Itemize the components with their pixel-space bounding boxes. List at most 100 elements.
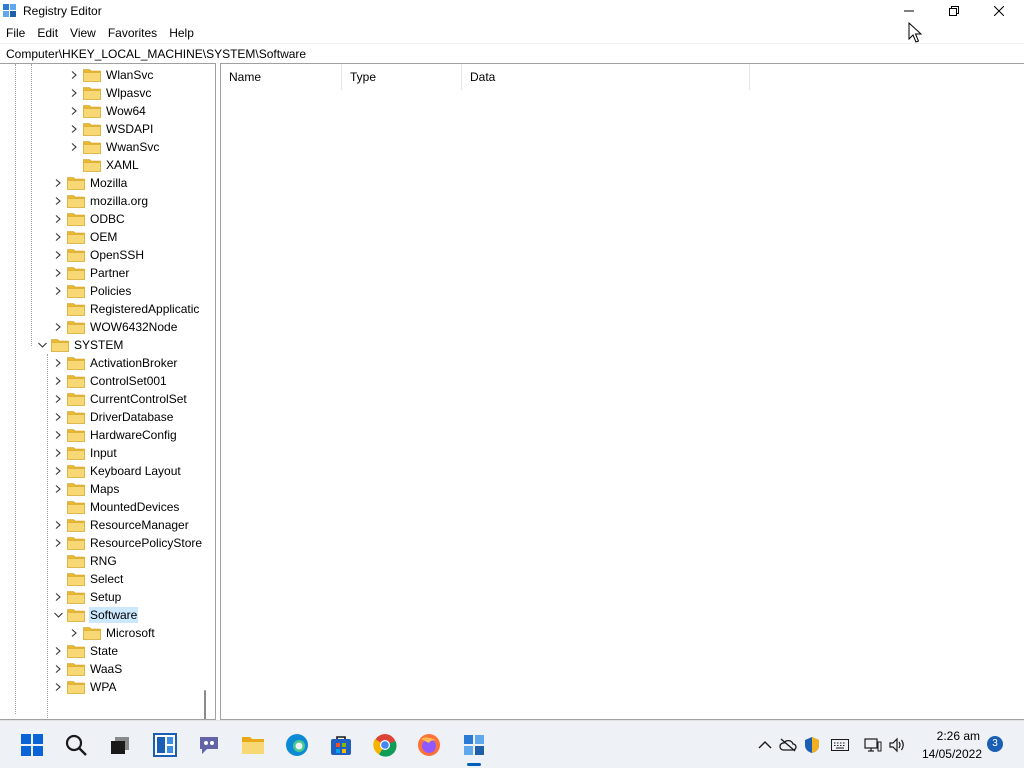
expand-toggle[interactable] (52, 372, 64, 390)
tree-node-driverdatabase[interactable]: DriverDatabase (52, 408, 174, 426)
file-explorer-button[interactable] (241, 733, 265, 757)
tree-node-software[interactable]: Software (52, 606, 139, 624)
tree-node-keyboard-layout[interactable]: Keyboard Layout (52, 462, 182, 480)
restore-button[interactable] (931, 0, 976, 22)
expand-toggle[interactable] (52, 246, 64, 264)
tree-node-registeredapplicatic[interactable]: RegisteredApplicatic (52, 300, 200, 318)
network-tray-button[interactable] (864, 736, 882, 754)
menu-view[interactable]: View (64, 24, 102, 42)
expand-toggle[interactable] (52, 282, 64, 300)
expand-toggle[interactable] (52, 606, 64, 624)
expand-toggle[interactable] (52, 516, 64, 534)
expand-toggle[interactable] (52, 264, 64, 282)
tree-node-policies[interactable]: Policies (52, 282, 132, 300)
minimize-button[interactable] (886, 0, 931, 22)
tree-node-wpa[interactable]: WPA (52, 678, 117, 696)
onedrive-tray-button[interactable] (779, 736, 797, 754)
address-bar[interactable]: Computer\HKEY_LOCAL_MACHINE\SYSTEM\Softw… (0, 43, 1024, 63)
tree-node-wsdapi[interactable]: WSDAPI (68, 120, 154, 138)
values-pane[interactable]: Name Type Data (220, 63, 1024, 720)
close-button[interactable] (976, 0, 1021, 22)
edge-button[interactable] (285, 733, 309, 757)
expand-toggle[interactable] (68, 84, 80, 102)
tree-node-controlset001[interactable]: ControlSet001 (52, 372, 168, 390)
expand-toggle[interactable] (52, 462, 64, 480)
expand-toggle[interactable] (52, 642, 64, 660)
tree-node-input[interactable]: Input (52, 444, 118, 462)
tree-node-wow64[interactable]: Wow64 (68, 102, 147, 120)
expand-toggle[interactable] (52, 354, 64, 372)
task-view-button[interactable] (108, 733, 132, 757)
tree-node-resourcepolicystore[interactable]: ResourcePolicyStore (52, 534, 203, 552)
key-tree-pane[interactable]: WlanSvc Wlpasvc Wow64 WSDAPI WwanSvc XAML Mozi… (0, 63, 216, 720)
store-button[interactable] (329, 733, 353, 757)
expand-toggle[interactable] (52, 174, 64, 192)
expand-toggle[interactable] (52, 678, 64, 696)
expand-toggle[interactable] (52, 480, 64, 498)
clock-time[interactable]: 2:26 am (930, 729, 980, 743)
notification-badge[interactable]: 3 (987, 736, 1003, 752)
expand-toggle[interactable] (36, 336, 48, 354)
widgets-button[interactable] (153, 733, 177, 757)
expand-toggle[interactable] (52, 660, 64, 678)
expand-toggle[interactable] (52, 318, 64, 336)
expand-toggle[interactable] (68, 120, 80, 138)
keyboard-tray-button[interactable] (831, 736, 849, 754)
security-tray-button[interactable] (803, 736, 821, 754)
expand-toggle[interactable] (52, 534, 64, 552)
expand-toggle[interactable] (52, 408, 64, 426)
tree-vertical-scrollbar[interactable] (204, 690, 206, 719)
tree-node-mozilla[interactable]: Mozilla (52, 174, 128, 192)
tree-node-wow6432node[interactable]: WOW6432Node (52, 318, 178, 336)
expand-toggle[interactable] (52, 228, 64, 246)
expand-toggle[interactable] (52, 210, 64, 228)
teams-chat-button[interactable] (197, 733, 221, 757)
tree-node-wlansvc[interactable]: WlanSvc (68, 66, 154, 84)
tree-node-wlpasvc[interactable]: Wlpasvc (68, 84, 152, 102)
tree-node-hardwareconfig[interactable]: HardwareConfig (52, 426, 178, 444)
menu-edit[interactable]: Edit (31, 24, 64, 42)
tree-node-xaml[interactable]: XAML (68, 156, 140, 174)
clock-date[interactable]: 14/05/2022 (916, 747, 982, 761)
expand-toggle[interactable] (68, 138, 80, 156)
expand-toggle[interactable] (68, 624, 80, 642)
firefox-button[interactable] (417, 733, 441, 757)
expand-toggle[interactable] (68, 102, 80, 120)
tree-node-currentcontrolset[interactable]: CurrentControlSet (52, 390, 188, 408)
tree-node-select[interactable]: Select (52, 570, 124, 588)
tree-node-activationbroker[interactable]: ActivationBroker (52, 354, 178, 372)
tree-node-maps[interactable]: Maps (52, 480, 120, 498)
column-header-data[interactable]: Data (462, 64, 750, 90)
tree-node-system[interactable]: SYSTEM (36, 336, 124, 354)
start-button[interactable] (20, 733, 44, 757)
tree-node-mounteddevices[interactable]: MountedDevices (52, 498, 180, 516)
tree-node-resourcemanager[interactable]: ResourceManager (52, 516, 190, 534)
expand-toggle[interactable] (52, 192, 64, 210)
menu-help[interactable]: Help (163, 24, 200, 42)
tree-node-partner[interactable]: Partner (52, 264, 130, 282)
tree-node-setup[interactable]: Setup (52, 588, 122, 606)
volume-tray-button[interactable] (888, 736, 906, 754)
tree-node-waas[interactable]: WaaS (52, 660, 123, 678)
expand-toggle[interactable] (52, 426, 64, 444)
chrome-button[interactable] (373, 733, 397, 757)
tree-node-openssh[interactable]: OpenSSH (52, 246, 145, 264)
expand-toggle[interactable] (52, 444, 64, 462)
expand-toggle[interactable] (52, 390, 64, 408)
tree-node-odbc[interactable]: ODBC (52, 210, 126, 228)
tree-node-oem[interactable]: OEM (52, 228, 118, 246)
tree-node-wwansvc[interactable]: WwanSvc (68, 138, 160, 156)
tree-node-state[interactable]: State (52, 642, 119, 660)
column-header-type[interactable]: Type (342, 64, 462, 90)
search-button[interactable] (64, 733, 88, 757)
show-hidden-icons-button[interactable] (756, 736, 774, 754)
menu-favorites[interactable]: Favorites (102, 24, 163, 42)
registry-editor-taskbar-button[interactable] (462, 733, 486, 757)
menu-file[interactable]: File (0, 24, 31, 42)
address-path[interactable]: Computer\HKEY_LOCAL_MACHINE\SYSTEM\Softw… (6, 47, 306, 61)
expand-toggle[interactable] (68, 66, 80, 84)
tree-node-mozilla-org[interactable]: mozilla.org (52, 192, 149, 210)
tree-node-rng[interactable]: RNG (52, 552, 118, 570)
expand-toggle[interactable] (52, 588, 64, 606)
tree-node-microsoft[interactable]: Microsoft (68, 624, 156, 642)
